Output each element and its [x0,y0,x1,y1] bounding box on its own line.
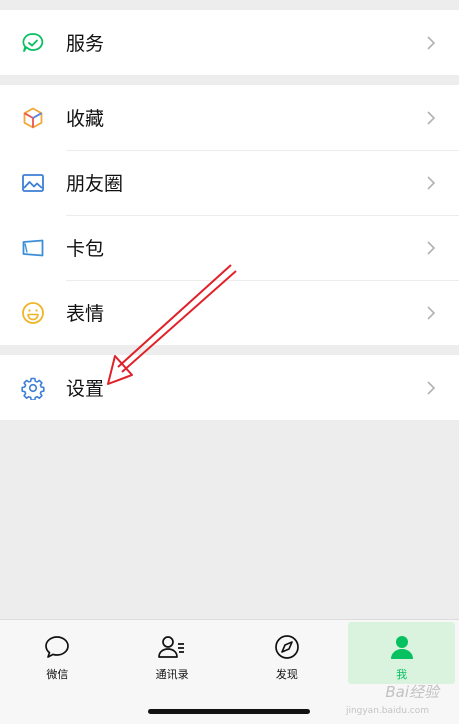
chevron-right-icon [423,35,439,51]
menu-item-favorites[interactable]: 收藏 [0,85,459,150]
gear-icon [20,375,46,401]
chevron-right-icon [423,305,439,321]
menu-item-settings[interactable]: 设置 [0,355,459,420]
service-group: 服务 [0,10,459,75]
tab-label-chats: 微信 [46,668,69,681]
menu-label-favorites: 收藏 [66,108,105,130]
moments-image-icon [20,170,46,196]
menu-label-cards: 卡包 [66,238,105,260]
tab-label-me: 我 [396,668,408,681]
section-gap [0,345,459,355]
chevron-right-icon [423,240,439,256]
settings-group: 设置 [0,355,459,420]
menu-item-cards[interactable]: 卡包 [0,215,459,280]
menu-label-settings: 设置 [66,378,105,400]
home-indicator [148,709,310,714]
features-group: 收藏 朋友圈 卡包 表情 [0,85,459,345]
top-spacer [0,0,459,10]
watermark-url: jingyan.baidu.com [345,706,429,716]
card-wallet-icon [20,235,46,261]
menu-item-moments[interactable]: 朋友圈 [0,150,459,215]
menu-item-stickers[interactable]: 表情 [0,280,459,345]
tab-label-discover: 发现 [275,668,298,681]
compass-icon [272,632,302,662]
favorites-cube-icon [20,105,46,131]
tab-label-contacts: 通讯录 [155,668,189,681]
section-gap [0,75,459,85]
menu-label-stickers: 表情 [66,303,105,325]
watermark: Bai经验 [385,683,439,701]
chevron-right-icon [423,175,439,191]
person-icon [387,632,417,662]
empty-background [0,432,459,619]
tab-chats[interactable]: 微信 [0,620,115,724]
menu-label-moments: 朋友圈 [66,173,124,195]
smiley-icon [20,300,46,326]
chevron-right-icon [423,110,439,126]
chat-bubble-icon [42,632,72,662]
chevron-right-icon [423,380,439,396]
menu-label-service: 服务 [66,33,105,55]
menu-item-service[interactable]: 服务 [0,10,459,75]
service-icon [20,30,46,56]
contacts-icon [157,632,187,662]
